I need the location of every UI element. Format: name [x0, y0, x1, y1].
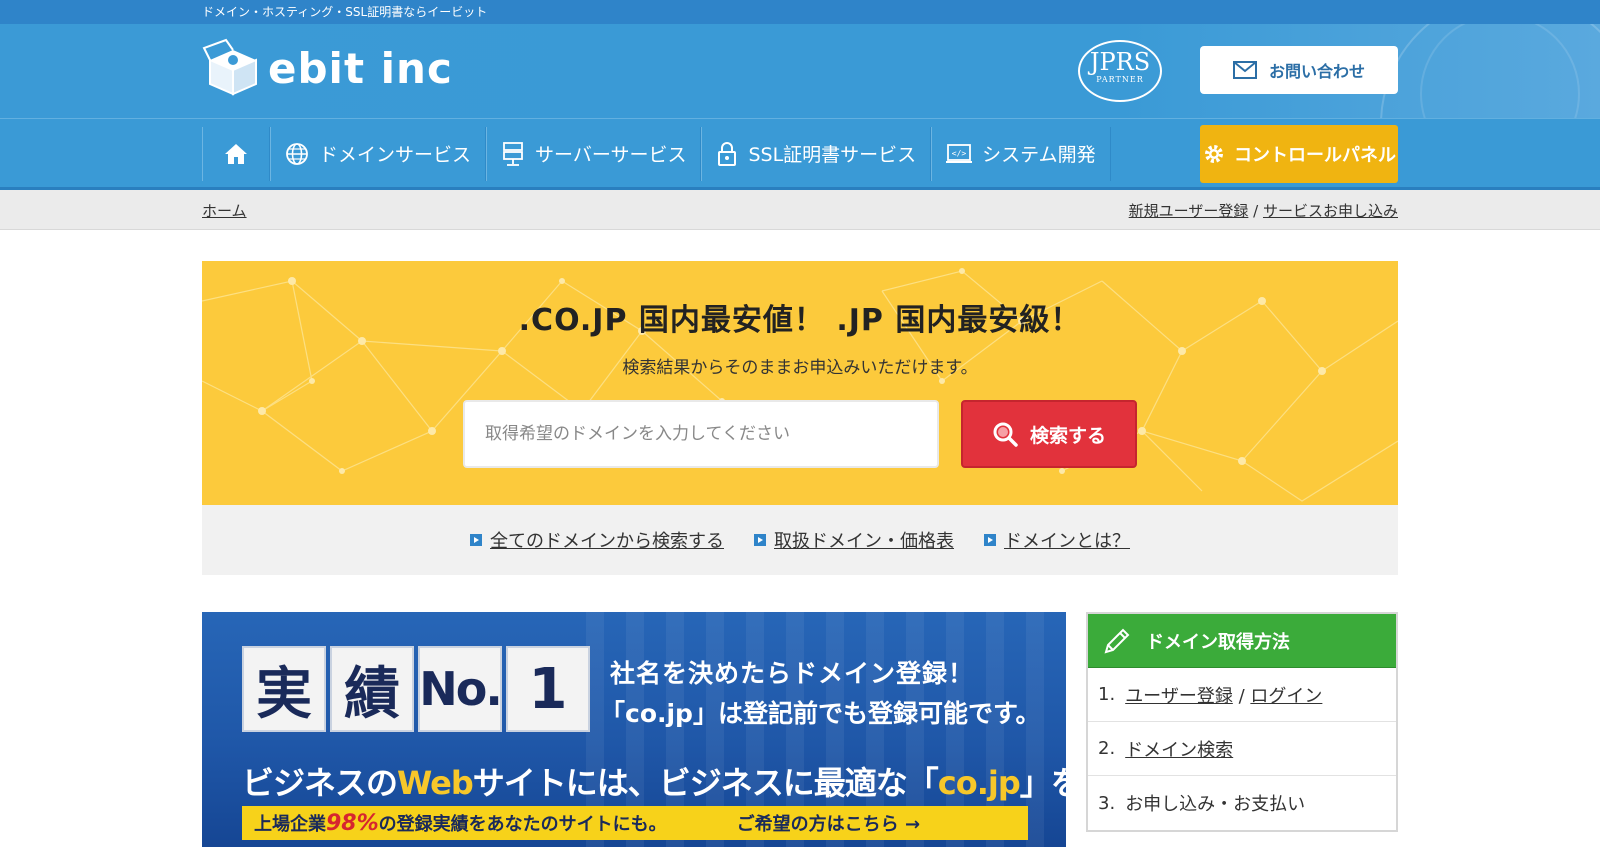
gear-icon	[1205, 144, 1223, 163]
banner-cta-text: 上場企業98%の登録実績をあなたのサイトにも。	[254, 811, 667, 836]
top-strip: ドメイン・ホスティング・SSL証明書ならイービット	[0, 0, 1600, 24]
step-number: 1.	[1098, 684, 1116, 705]
site-header: ebit inc JPRS PARTNER お問い合わせ	[0, 24, 1600, 118]
badge-char: 1	[506, 646, 590, 732]
nav-server-label: サーバーサービス	[535, 144, 687, 166]
step-separator: /	[1238, 685, 1245, 707]
nav-server-service[interactable]: サーバーサービス	[486, 126, 702, 181]
logo-text: ebit inc	[268, 43, 453, 93]
search-button-label: 検索する	[1029, 424, 1106, 447]
domain-steps-box: ドメイン取得方法 1. ユーザー登録 / ログイン 2. ドメイン検索 3. お…	[1086, 612, 1398, 832]
banner-cta-link: ご希望の方はこちら →	[736, 814, 921, 835]
lock-icon	[718, 141, 737, 166]
globe-decoration-inner	[1420, 24, 1580, 118]
banner-headline: 社名を決めたらドメイン登録！	[610, 659, 975, 688]
nav-ssl-label: SSL証明書サービス	[748, 144, 917, 166]
globe-icon	[286, 142, 308, 165]
login-link[interactable]: ログイン	[1250, 686, 1322, 707]
banner-cta-strip[interactable]: 上場企業98%の登録実績をあなたのサイトにも。 ご希望の方はこちら →	[242, 806, 1028, 840]
search-all-domains-label: 全てのドメインから検索する	[490, 531, 724, 552]
badge-char: No.	[418, 646, 503, 732]
breadcrumb-home-link[interactable]: ホーム	[202, 200, 247, 221]
nav-system-label: システム開発	[982, 144, 1096, 166]
no1-badge: 実 績 No. 1	[242, 646, 590, 732]
step-item: 1. ユーザー登録 / ログイン	[1088, 668, 1396, 722]
register-link[interactable]: 新規ユーザー登録	[1129, 202, 1249, 220]
what-is-domain-label: ドメインとは？	[1004, 531, 1130, 552]
home-icon	[225, 143, 247, 164]
jprs-partner-badge: JPRS PARTNER	[1078, 40, 1162, 102]
hero-title: .CO.JP 国内最安値！ .JP 国内最安級！	[518, 303, 1082, 338]
apply-pay-step: お申し込み・お支払い	[1125, 794, 1306, 815]
arrow-bullet-icon	[984, 534, 996, 546]
nav-domain-label: ドメインサービス	[319, 144, 472, 166]
arrow-bullet-icon	[470, 534, 482, 546]
domain-search-step-link[interactable]: ドメイン検索	[1125, 736, 1233, 762]
breadcrumb-separator: /	[1253, 201, 1259, 220]
control-panel-label: コントロールパネル	[1234, 144, 1396, 166]
jprs-text: JPRS	[1089, 48, 1151, 76]
search-all-domains-link[interactable]: 全てのドメインから検索する	[470, 527, 724, 553]
nav-ssl-service[interactable]: SSL証明書サービス	[701, 126, 932, 181]
banner-subheadline: 「co.jp」は登記前でも登録可能です。	[600, 699, 1041, 728]
step-number: 3.	[1098, 792, 1116, 814]
step-number: 2.	[1098, 738, 1116, 759]
box-logo-icon	[202, 38, 257, 96]
nav-domain-service[interactable]: ドメインサービス	[270, 126, 487, 181]
nav-home[interactable]	[202, 126, 270, 181]
domain-links-bar: 全てのドメインから検索する 取扱ドメイン・価格表 ドメインとは？	[202, 505, 1398, 575]
contact-button[interactable]: お問い合わせ	[1200, 46, 1398, 94]
search-icon	[993, 422, 1018, 447]
svg-text:</>: </>	[952, 149, 967, 158]
steps-header: ドメイン取得方法	[1088, 614, 1396, 668]
domain-search-hero: .CO.JP 国内最安値！ .JP 国内最安級！ 検索結果からそのままお申込みい…	[202, 261, 1398, 505]
code-icon: </>	[946, 143, 973, 163]
server-icon	[503, 141, 523, 166]
what-is-domain-link[interactable]: ドメインとは？	[984, 527, 1130, 553]
domain-price-list-link[interactable]: 取扱ドメイン・価格表	[754, 527, 954, 553]
user-register-link[interactable]: ユーザー登録	[1125, 686, 1233, 707]
tagline: ドメイン・ホスティング・SSL証明書ならイービット	[202, 5, 488, 19]
domain-price-list-label: 取扱ドメイン・価格表	[774, 531, 954, 552]
step-item: 2. ドメイン検索	[1088, 722, 1396, 776]
mail-icon	[1232, 61, 1257, 79]
badge-char: 実	[242, 646, 326, 732]
apply-link[interactable]: サービスお申し込み	[1263, 202, 1398, 220]
site-logo[interactable]: ebit inc	[202, 38, 453, 98]
co-jp-promo-banner[interactable]: 実 績 No. 1 社名を決めたらドメイン登録！ 「co.jp」は登記前でも登録…	[202, 612, 1066, 847]
step-item: 3. お申し込み・お支払い	[1088, 776, 1396, 830]
badge-char: 績	[330, 646, 414, 732]
domain-search-button[interactable]: 検索する	[961, 400, 1137, 468]
domain-search-input[interactable]	[463, 400, 939, 468]
main-nav: ドメインサービス サーバーサービス SSL証明書サービス </> システム開発 …	[0, 118, 1600, 190]
control-panel-button[interactable]: コントロールパネル	[1200, 124, 1398, 183]
account-links: 新規ユーザー登録 / サービスお申し込み	[1129, 200, 1398, 221]
nav-system-dev[interactable]: </> システム開発	[931, 126, 1111, 181]
breadcrumb-bar: ホーム 新規ユーザー登録 / サービスお申し込み	[0, 190, 1600, 230]
banner-tagline: ビジネスのWebサイトには、ビジネスに最適な「co.jp」を。	[242, 764, 1066, 802]
arrow-bullet-icon	[754, 534, 766, 546]
jprs-sub: PARTNER	[1096, 75, 1144, 84]
contact-label: お問い合わせ	[1268, 62, 1365, 81]
pencil-icon	[1104, 628, 1130, 653]
hero-subtitle: 検索結果からそのままお申込みいただけます。	[622, 358, 978, 378]
steps-title: ドメイン取得方法	[1146, 631, 1290, 653]
